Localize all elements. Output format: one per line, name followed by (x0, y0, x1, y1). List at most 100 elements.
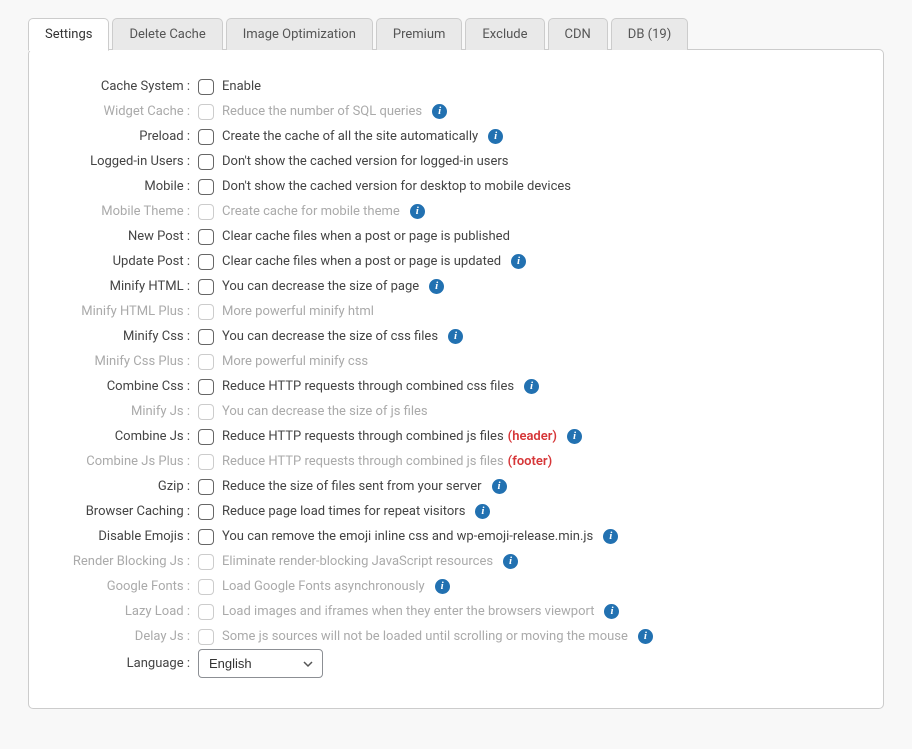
tab-bar: Settings Delete Cache Image Optimization Pr… (28, 18, 884, 50)
tab-label: Image Optimization (243, 27, 356, 42)
settings-page: Settings Delete Cache Image Optimization Pr… (28, 18, 884, 709)
info-icon[interactable] (429, 279, 444, 294)
setting-row: Render Blocking Js :Eliminate render-blo… (53, 549, 859, 574)
setting-description: Clear cache files when a post or page is… (222, 254, 501, 269)
setting-label: Combine Css : (53, 379, 198, 394)
tab-premium[interactable]: Premium (376, 18, 463, 50)
setting-checkbox (198, 454, 214, 470)
setting-checkbox[interactable] (198, 254, 214, 270)
setting-description: Don't show the cached version for deskto… (222, 179, 571, 194)
setting-checkbox (198, 204, 214, 220)
tab-settings[interactable]: Settings (28, 18, 109, 51)
setting-description: Reduce the size of files sent from your … (222, 479, 482, 494)
setting-row: Google Fonts :Load Google Fonts asynchro… (53, 574, 859, 599)
setting-checkbox[interactable] (198, 329, 214, 345)
setting-description: Don't show the cached version for logged… (222, 154, 509, 169)
setting-description: Create cache for mobile theme (222, 204, 400, 219)
setting-checkbox[interactable] (198, 129, 214, 145)
setting-extra: (footer) (508, 454, 552, 469)
setting-row: Combine Js : Reduce HTTP requests through… (53, 424, 859, 449)
setting-label: Minify Css Plus : (53, 354, 198, 369)
setting-label: Mobile Theme : (53, 204, 198, 219)
tab-label: Settings (45, 27, 92, 42)
setting-description: You can remove the emoji inline css and … (222, 529, 593, 544)
setting-checkbox[interactable] (198, 504, 214, 520)
language-row: Language : English (53, 649, 859, 678)
setting-checkbox (198, 629, 214, 645)
setting-description: Reduce HTTP requests through combined js… (222, 454, 504, 469)
setting-description: Reduce HTTP requests through combined js… (222, 429, 504, 444)
info-icon[interactable] (475, 504, 490, 519)
info-icon[interactable] (604, 604, 619, 619)
setting-description: Some js sources will not be loaded until… (222, 629, 628, 644)
setting-label: Preload : (53, 129, 198, 144)
language-label: Language : (53, 656, 198, 671)
info-icon[interactable] (603, 529, 618, 544)
info-icon[interactable] (511, 254, 526, 269)
setting-checkbox (198, 354, 214, 370)
setting-description: You can decrease the size of js files (222, 404, 428, 419)
setting-row: Preload :Create the cache of all the sit… (53, 124, 859, 149)
setting-row: Delay Js :Some js sources will not be lo… (53, 624, 859, 649)
setting-checkbox[interactable] (198, 379, 214, 395)
setting-row: Gzip : Reduce the size of files sent from… (53, 474, 859, 499)
setting-row: Widget Cache :Reduce the number of SQL q… (53, 99, 859, 124)
setting-checkbox[interactable] (198, 279, 214, 295)
setting-checkbox (198, 579, 214, 595)
info-icon[interactable] (567, 429, 582, 444)
info-icon[interactable] (410, 204, 425, 219)
info-icon[interactable] (435, 579, 450, 594)
setting-description: More powerful minify css (222, 354, 368, 369)
language-select[interactable]: English (198, 649, 323, 678)
setting-row: Minify HTML :You can decrease the size o… (53, 274, 859, 299)
setting-row: Cache System :Enable (53, 74, 859, 99)
setting-checkbox[interactable] (198, 179, 214, 195)
info-icon[interactable] (432, 104, 447, 119)
info-icon[interactable] (638, 629, 653, 644)
language-select-wrap: English (198, 649, 323, 678)
info-icon[interactable] (524, 379, 539, 394)
setting-description: Load Google Fonts asynchronously (222, 579, 425, 594)
setting-checkbox[interactable] (198, 229, 214, 245)
setting-checkbox[interactable] (198, 529, 214, 545)
setting-description: You can decrease the size of css files (222, 329, 438, 344)
tab-label: CDN (565, 27, 591, 42)
setting-checkbox[interactable] (198, 429, 214, 445)
setting-checkbox[interactable] (198, 79, 214, 95)
setting-label: Render Blocking Js : (53, 554, 198, 569)
setting-description: Clear cache files when a post or page is… (222, 229, 510, 244)
setting-checkbox[interactable] (198, 154, 214, 170)
tab-delete-cache[interactable]: Delete Cache (112, 18, 222, 50)
tab-image-optimization[interactable]: Image Optimization (226, 18, 373, 50)
setting-description: Reduce page load times for repeat visito… (222, 504, 465, 519)
tab-cdn[interactable]: CDN (548, 18, 608, 50)
setting-checkbox (198, 604, 214, 620)
setting-row: Logged-in Users : Don't show the cached v… (53, 149, 859, 174)
info-icon[interactable] (492, 479, 507, 494)
setting-label: Widget Cache : (53, 104, 198, 119)
setting-row: Minify Js :You can decrease the size of … (53, 399, 859, 424)
setting-row: Minify Css Plus : More powerful minify cs… (53, 349, 859, 374)
tab-db-19-[interactable]: DB (19) (611, 18, 688, 50)
setting-label: Combine Js : (53, 429, 198, 444)
info-icon[interactable] (448, 329, 463, 344)
setting-label: Gzip : (53, 479, 198, 494)
tab-label: Premium (393, 27, 446, 42)
info-icon[interactable] (503, 554, 518, 569)
setting-row: Update Post :Clear cache files when a po… (53, 249, 859, 274)
setting-label: Logged-in Users : (53, 154, 198, 169)
setting-row: Disable Emojis :You can remove the emoji… (53, 524, 859, 549)
tab-label: Delete Cache (129, 27, 205, 42)
settings-panel: Cache System :EnableWidget Cache :Reduce… (28, 49, 884, 709)
tab-exclude[interactable]: Exclude (465, 18, 544, 50)
setting-row: Minify Css :You can decrease the size of… (53, 324, 859, 349)
setting-row: Lazy Load :Load images and iframes when … (53, 599, 859, 624)
setting-checkbox[interactable] (198, 479, 214, 495)
setting-row: Combine Css : Reduce HTTP requests throug… (53, 374, 859, 399)
setting-description: You can decrease the size of page (222, 279, 419, 294)
setting-row: Mobile Theme : Create cache for mobile th… (53, 199, 859, 224)
setting-checkbox (198, 404, 214, 420)
setting-checkbox (198, 104, 214, 120)
info-icon[interactable] (488, 129, 503, 144)
setting-description: Reduce HTTP requests through combined cs… (222, 379, 514, 394)
